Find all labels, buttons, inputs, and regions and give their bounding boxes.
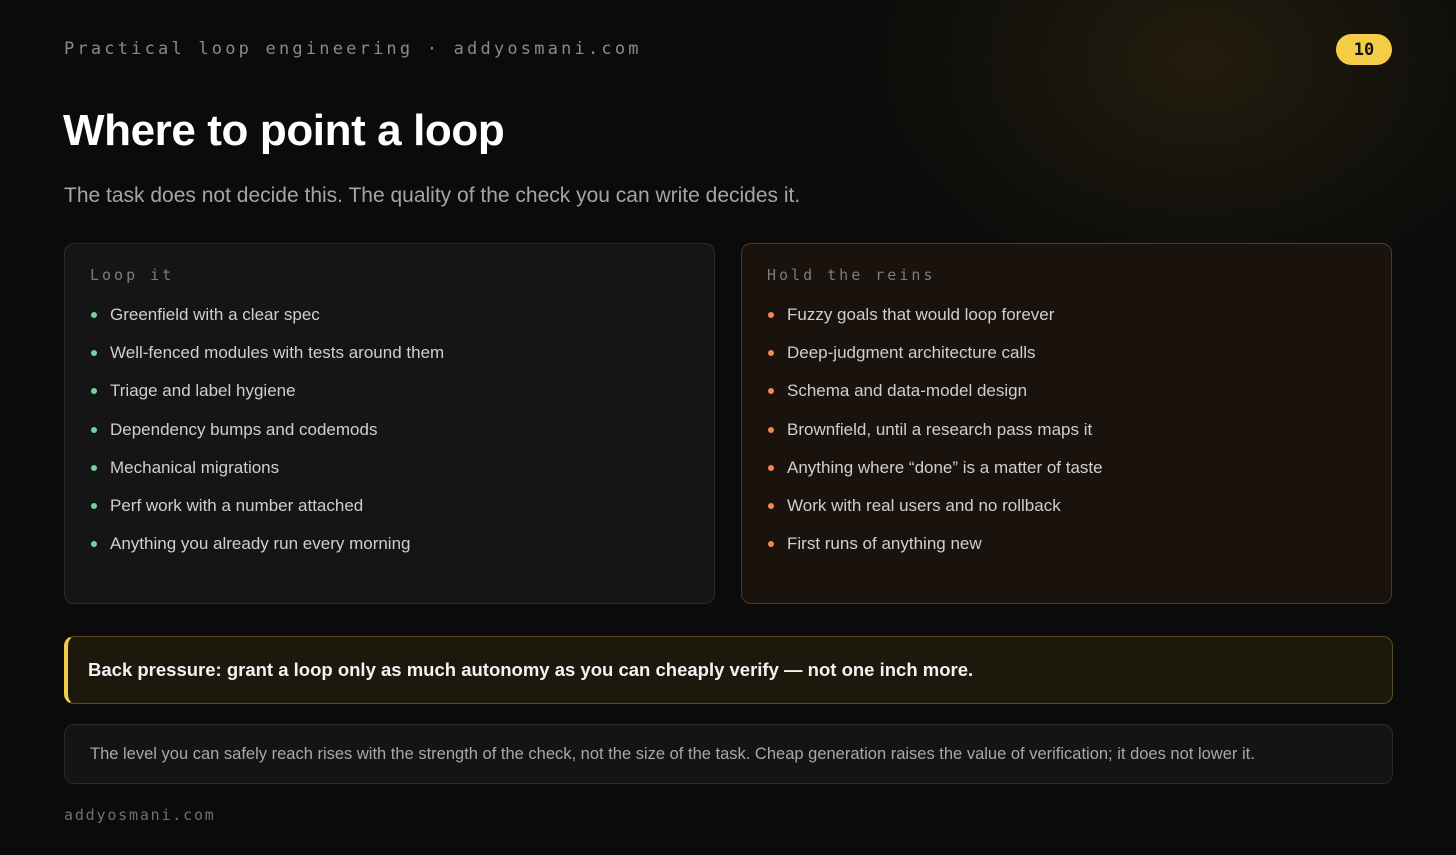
list-item: Mechanical migrations xyxy=(90,458,689,496)
back-pressure-callout: Back pressure: grant a loop only as much… xyxy=(64,636,1393,704)
green-bullet-icon xyxy=(91,502,97,509)
callout-text: Back pressure: grant a loop only as much… xyxy=(88,659,974,680)
loop-it-card-label: Loop it xyxy=(90,266,175,284)
green-bullet-icon xyxy=(91,388,97,395)
loop-it-list: Greenfield with a clear spec Well-fenced… xyxy=(90,305,689,572)
list-item: Deep-judgment architecture calls xyxy=(767,343,1366,381)
list-item: Anything you already run every morning xyxy=(90,534,689,572)
green-bullet-icon xyxy=(91,426,97,433)
header-kicker: Practical loop engineering · addyosmani.… xyxy=(64,39,642,59)
note-text: The level you can safely reach rises wit… xyxy=(90,744,1255,763)
list-item: Greenfield with a clear spec xyxy=(90,305,689,343)
list-item: Schema and data-model design xyxy=(767,381,1366,419)
list-item: Dependency bumps and codemods xyxy=(90,420,689,458)
green-bullet-icon xyxy=(91,541,97,548)
hold-the-reins-card-label: Hold the reins xyxy=(767,266,936,284)
list-item: Brownfield, until a research pass maps i… xyxy=(767,420,1366,458)
hold-the-reins-card: Hold the reins Fuzzy goals that would lo… xyxy=(741,243,1392,604)
green-bullet-icon xyxy=(91,350,97,357)
orange-bullet-icon xyxy=(768,426,774,433)
green-bullet-icon xyxy=(91,464,97,471)
page-subtitle: The task does not decide this. The quali… xyxy=(64,184,801,207)
hold-the-reins-list: Fuzzy goals that would loop forever Deep… xyxy=(767,305,1366,572)
verification-note: The level you can safely reach rises wit… xyxy=(64,724,1393,784)
orange-bullet-icon xyxy=(768,312,774,318)
list-item: Work with real users and no rollback xyxy=(767,496,1366,534)
list-item: Triage and label hygiene xyxy=(90,381,689,419)
list-item: Well-fenced modules with tests around th… xyxy=(90,343,689,381)
orange-bullet-icon xyxy=(768,464,774,471)
orange-bullet-icon xyxy=(768,541,774,548)
page-number-badge: 10 xyxy=(1336,34,1392,65)
orange-bullet-icon xyxy=(768,388,774,395)
list-item: Anything where “done” is a matter of tas… xyxy=(767,458,1366,496)
list-item: First runs of anything new xyxy=(767,534,1366,572)
list-item: Fuzzy goals that would loop forever xyxy=(767,305,1366,343)
list-item: Perf work with a number attached xyxy=(90,496,689,534)
footer-site-url: addyosmani.com xyxy=(64,806,216,824)
page-title: Where to point a loop xyxy=(63,106,505,155)
green-bullet-icon xyxy=(91,312,97,318)
orange-bullet-icon xyxy=(768,350,774,357)
loop-it-card: Loop it Greenfield with a clear spec Wel… xyxy=(64,243,715,604)
orange-bullet-icon xyxy=(768,502,774,509)
